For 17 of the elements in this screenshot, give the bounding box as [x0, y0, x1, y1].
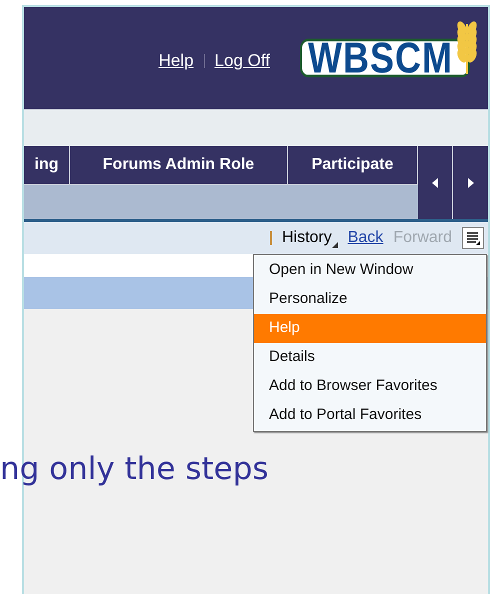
header-link[interactable]: Help: [158, 48, 194, 74]
caption-text: ng only the steps: [0, 450, 269, 489]
menu-item[interactable]: Details: [254, 343, 486, 372]
menu-button[interactable]: [462, 227, 484, 249]
logo: WBSCM: [300, 38, 470, 78]
menu-item[interactable]: Open in New Window: [254, 256, 486, 285]
right-triangle-icon: [468, 178, 474, 188]
back-link[interactable]: Back: [348, 226, 384, 250]
menu-item[interactable]: Personalize: [254, 285, 486, 314]
menu-item[interactable]: Add to Browser Favorites: [254, 372, 486, 401]
header-link[interactable]: Log Off: [214, 48, 270, 74]
history-button[interactable]: History: [282, 226, 338, 250]
left-triangle-icon: [432, 178, 438, 188]
menu-item[interactable]: Add to Portal Favorites: [254, 401, 486, 430]
menu-icon: [466, 231, 480, 245]
wheat-icon: [456, 20, 478, 76]
dropdown-corner-icon: [332, 242, 338, 248]
